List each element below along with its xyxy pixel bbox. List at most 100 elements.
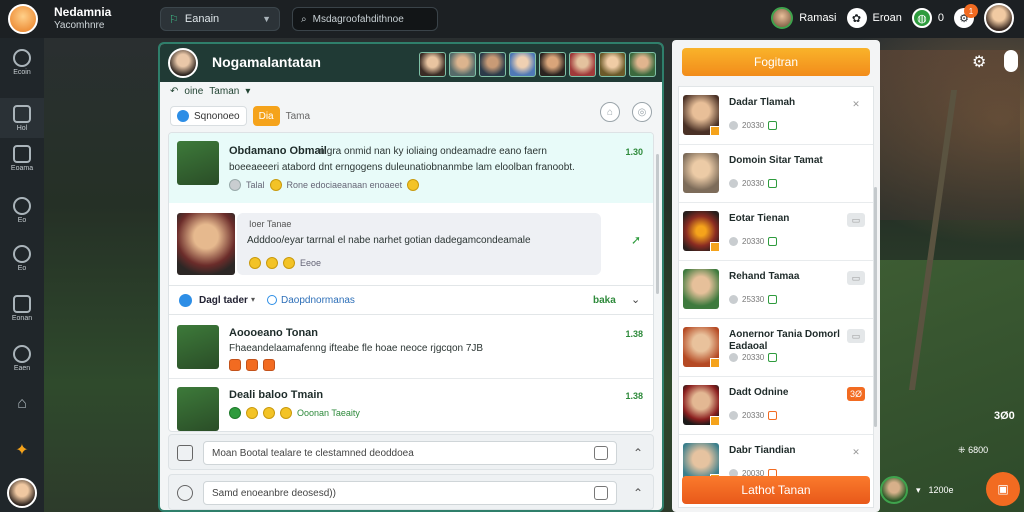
option-button[interactable]: ▭: [847, 329, 865, 343]
nav-item-0[interactable]: Ecoin: [0, 42, 44, 82]
nav-item-4[interactable]: Eo: [0, 238, 44, 278]
list-item[interactable]: Dadar Tlamah 20330 ✕: [679, 87, 873, 145]
member-avatar[interactable]: [539, 52, 566, 77]
nav-avatar[interactable]: [7, 478, 37, 508]
attach-icon[interactable]: [177, 445, 193, 461]
alert-badge[interactable]: 3Ø: [846, 387, 865, 401]
sub-value[interactable]: Taman: [209, 86, 239, 97]
nav-item-8[interactable]: ✦: [0, 430, 44, 470]
chevron-down-icon[interactable]: ⌄: [631, 293, 640, 306]
check-icon[interactable]: [229, 407, 241, 419]
list-scrollbar[interactable]: [874, 187, 877, 427]
app-logo[interactable]: [8, 4, 38, 34]
player-name: Dadt Odnine: [729, 387, 789, 398]
message-input[interactable]: Samd enoeanbre deosesd)): [203, 481, 617, 505]
meta-label: Eeoe: [300, 258, 322, 268]
toggle-switch[interactable]: [1004, 50, 1018, 72]
filter-plain[interactable]: Tama: [286, 111, 310, 122]
member-avatar[interactable]: [419, 52, 446, 77]
member-avatar[interactable]: [449, 52, 476, 77]
nav-item-3[interactable]: Eo: [0, 190, 44, 230]
chat-avatar[interactable]: [168, 48, 198, 78]
upload-icon[interactable]: [594, 446, 608, 460]
workspace-select[interactable]: ⚐ Eanain ▼: [160, 7, 280, 31]
close-icon[interactable]: ✕: [847, 97, 865, 111]
top-action-button[interactable]: Fogitran: [682, 48, 870, 76]
search-input[interactable]: ⌕ Msdagroofahdithnoe: [292, 7, 438, 31]
chevron-down-icon[interactable]: ▾: [245, 86, 250, 97]
list-item[interactable]: Aonernor Tania Domorl Eadaoal 20330 ▭: [679, 319, 873, 377]
camera-icon[interactable]: [177, 485, 193, 501]
reply-input-text: Moan Bootal tealare te clestamned deoddo…: [212, 447, 414, 459]
nav-item-6[interactable]: Eaen: [0, 338, 44, 378]
right-panel: Fogitran Dadar Tlamah 20330 ✕ Domoin Sit…: [672, 40, 880, 512]
thread-row[interactable]: Dagl tader ▾ Daopdnormanas baka ⌄: [169, 285, 653, 315]
list-item[interactable]: Rehand Tamaa 25330 ▭: [679, 261, 873, 319]
message-scrollbar[interactable]: [656, 154, 659, 294]
message-text: Adddoo/eyar tarrnal el nabe narhet gotia…: [247, 235, 531, 246]
pin-icon[interactable]: ➚: [631, 233, 641, 247]
member-avatar[interactable]: [479, 52, 506, 77]
status-icon: [710, 416, 720, 426]
filter-badge[interactable]: Dia: [252, 106, 280, 126]
message-item[interactable]: Ioer Tanae Adddoo/eyar tarrnal el nabe n…: [169, 203, 653, 285]
nav-item-1[interactable]: Hol: [0, 98, 44, 138]
filter-active[interactable]: Sqnonoeo: [170, 106, 247, 126]
nav-item-2[interactable]: Eoama: [0, 138, 44, 178]
emoji-icon[interactable]: [249, 257, 261, 269]
online-count[interactable]: ◍ 0: [911, 8, 944, 28]
expand-icon[interactable]: ⌃: [633, 486, 643, 500]
message-item[interactable]: Aoooeano Tonan Fhaeandelaamafenng ifteab…: [169, 317, 653, 379]
flame-icon[interactable]: [229, 359, 241, 371]
message-author: Aoooeano Tonan: [229, 327, 319, 339]
emoji-icon[interactable]: [263, 359, 275, 371]
back-icon[interactable]: ↶: [170, 86, 178, 97]
settings-gear-icon[interactable]: ⚙: [972, 52, 986, 72]
emoji-icon[interactable]: [280, 407, 292, 419]
chevron-down-icon[interactable]: ▾: [916, 485, 921, 496]
message-item[interactable]: Deali baloo Tmain Ooonan Taeaity 1.38: [169, 379, 653, 431]
notifications-button[interactable]: ⚙ 1: [954, 4, 978, 28]
member-avatar[interactable]: [569, 52, 596, 77]
player-photo: [683, 211, 720, 252]
home-icon[interactable]: ⌂: [600, 102, 620, 122]
reply-input[interactable]: Moan Bootal tealare te clestamned deoddo…: [203, 441, 617, 465]
close-icon[interactable]: ✕: [847, 445, 865, 459]
emoji-icon[interactable]: [269, 179, 282, 191]
expand-icon[interactable]: ⌃: [633, 446, 643, 460]
emoji-icon[interactable]: [283, 257, 295, 269]
top-right-group: Ramasi ✿ Eroan ◍ 0 ⚙ 1: [771, 3, 1014, 33]
side-stat-value: 6800: [968, 445, 989, 455]
nav-label: Eo: [17, 264, 27, 272]
meta-label: Rone edociaeanaan enoaeet: [286, 180, 403, 190]
emoji-icon[interactable]: [246, 407, 258, 419]
chat-fab-button[interactable]: ▣: [986, 472, 1020, 506]
coin-icon: [729, 237, 738, 246]
option-button[interactable]: ▭: [847, 271, 865, 285]
emoji-icon[interactable]: [266, 257, 278, 269]
side-stat: ⁜ 6800: [958, 445, 988, 456]
option-button[interactable]: ▭: [847, 213, 865, 227]
bottom-avatar[interactable]: [880, 476, 908, 504]
bottom-action-button[interactable]: Lathot Tanan: [682, 476, 870, 504]
message-item[interactable]: Obdamano Obmail nigra onmid nan ky iolia…: [169, 133, 653, 203]
emoji-icon[interactable]: [246, 359, 258, 371]
settings-icon[interactable]: ◎: [632, 102, 652, 122]
nav-item-5[interactable]: Eonan: [0, 288, 44, 328]
emoji-icon[interactable]: [263, 407, 275, 419]
nav-label: Eaen: [13, 364, 31, 372]
member-avatar[interactable]: [629, 52, 656, 77]
list-item[interactable]: Domoin Sitar Tamat 20330: [679, 145, 873, 203]
member-avatar[interactable]: [599, 52, 626, 77]
status-icon: [710, 242, 720, 252]
list-item[interactable]: Eotar Tienan 20330 ▭: [679, 203, 873, 261]
player-score: 20330: [729, 179, 778, 188]
user-chip[interactable]: Ramasi: [771, 7, 837, 29]
profile-avatar[interactable]: [984, 3, 1014, 33]
emoji-icon[interactable]: [407, 179, 420, 191]
upload-icon[interactable]: [594, 486, 608, 500]
nav-item-7[interactable]: ⌂: [0, 384, 44, 424]
list-item[interactable]: Dadt Odnine 20330 3Ø: [679, 377, 873, 435]
member-avatar[interactable]: [509, 52, 536, 77]
mode-chip[interactable]: ✿ Eroan: [846, 8, 902, 28]
